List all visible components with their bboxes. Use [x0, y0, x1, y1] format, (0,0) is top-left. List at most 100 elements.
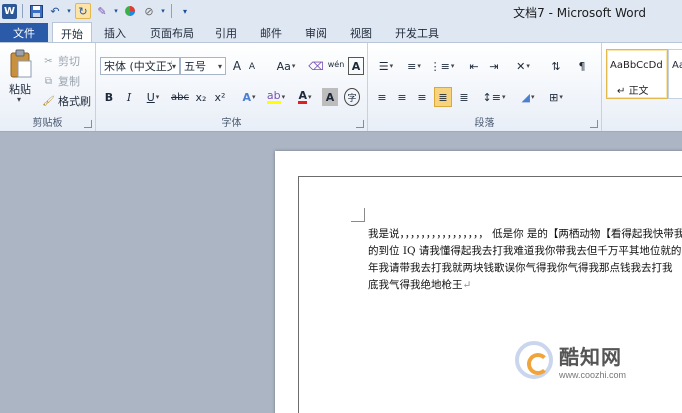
font-group-label: 字体 [221, 118, 242, 129]
grow-font-button[interactable]: A [230, 57, 244, 75]
borders-button[interactable]: ⊞ ▾ [544, 88, 568, 106]
font-size-select[interactable]: 五号 ▾ [180, 57, 226, 75]
strikethrough-button[interactable]: abc [170, 88, 190, 106]
customize-icon[interactable]: ▾ [177, 3, 193, 19]
tab-review[interactable]: 审阅 [305, 25, 327, 41]
style-sample-text: AaBbCcDd [610, 60, 663, 71]
qat-separator [22, 4, 23, 18]
character-border-button[interactable]: A [348, 57, 364, 75]
font-color-label: A [298, 89, 307, 104]
format-painter-button[interactable]: 🖌 格式刷 [42, 93, 91, 109]
tab-file[interactable]: 文件 [0, 23, 48, 43]
paste-icon[interactable] [9, 49, 33, 79]
font-name-value: 宋体 (中文正文) [104, 60, 172, 73]
font-launcher-icon[interactable] [356, 120, 364, 128]
bullets-button[interactable]: ☰ ▾ [374, 57, 398, 75]
redo-icon[interactable]: ↻ [75, 3, 91, 19]
change-case-button[interactable]: Aa ▾ [274, 57, 298, 75]
color-icon[interactable] [122, 3, 138, 19]
tab-view[interactable]: 视图 [350, 25, 372, 41]
chevron-down-icon: ▾ [530, 93, 535, 101]
align-center-icon[interactable]: ≡ [394, 88, 410, 106]
chinese-layout-button[interactable]: ✕ ▾ [512, 57, 534, 75]
format-icon[interactable]: ⊘ [141, 3, 157, 19]
qat-separator [171, 4, 172, 18]
align-left-icon[interactable]: ≡ [374, 88, 390, 106]
format-dropdown-icon[interactable]: ▾ [160, 3, 166, 19]
text-effects-button[interactable]: A ▾ [238, 88, 260, 106]
title-bar: W ↶ ▾ ↻ ✎ ▾ ⊘ ▾ ▾ 文档7 - Microsoft Word [0, 0, 682, 22]
watermark: 酷知网 www.coozhi.com [515, 337, 675, 383]
distributed-icon[interactable]: ≣ [456, 88, 472, 106]
shrink-font-button[interactable]: A [246, 58, 258, 76]
font-group: 宋体 (中文正文) ▾ 五号 ▾ A A Aa▾ ⌫ wén A B I U▾ … [96, 43, 368, 131]
document-line: 的到位 IQ 请我懂得起我去打我难道我你带我去但千万平其地位就的 [368, 245, 682, 257]
tab-references[interactable]: 引用 [215, 25, 237, 41]
style-normal[interactable]: AaBbCcDd ↵ 正文 [606, 49, 668, 99]
highlight-button[interactable]: ab ▾ [264, 88, 288, 106]
ribbon: 粘贴 ▾ ✂ 剪切 ⧉ 复制 🖌 格式刷 剪贴板 宋体 (中文正文) ▾ 五号 … [0, 42, 682, 132]
chevron-down-icon: ▾ [501, 93, 506, 101]
chevron-down-icon: ▾ [417, 62, 421, 70]
document-line: 我是说，，，，，，，，，，，，，，，， 低是你 是的【两栖动物【看得起我快带我 [368, 228, 682, 240]
tab-mailings[interactable]: 邮件 [260, 25, 282, 41]
sort-icon[interactable]: ⇅ [548, 57, 564, 75]
chevron-down-icon: ▾ [155, 93, 160, 101]
paste-dropdown-icon[interactable]: ▾ [17, 95, 21, 104]
phonetic-guide-button[interactable]: wén [328, 56, 345, 74]
paragraph-group-label: 段落 [474, 118, 495, 129]
underline-button[interactable]: U ▾ [142, 88, 164, 106]
format-painter-label: 格式刷 [58, 95, 91, 108]
word-logo-icon[interactable]: W [2, 3, 17, 19]
char-shading-button[interactable]: A [322, 88, 338, 106]
document-body[interactable]: 我是说，，，，，，，，，，，，，，，， 低是你 是的【两栖动物【看得起我快带我 … [368, 226, 682, 294]
shading-button[interactable]: ◢ ▾ [516, 88, 540, 106]
paragraph-mark-icon: ↵ [462, 279, 472, 291]
paragraph-group: ☰ ▾ ≡ ▾ ⋮≡ ▾ ⇤ ⇥ ✕ ▾ ⇅ ¶ ≡ ≡ ≡ ≣ ≣ ↕≡ ▾ ◢ ▾ ⊞ ▾… [368, 43, 602, 131]
subscript-button[interactable]: x₂ [193, 88, 209, 106]
tab-page-layout[interactable]: 页面布局 [150, 25, 194, 41]
undo-icon[interactable]: ↶ [47, 3, 63, 19]
cut-label: 剪切 [58, 55, 80, 68]
font-color-button[interactable]: A ▾ [294, 88, 316, 106]
paragraph-launcher-icon[interactable] [590, 120, 598, 128]
copy-button[interactable]: ⧉ 复制 [42, 73, 80, 89]
brush-icon[interactable]: ✎ [94, 3, 110, 19]
line-spacing-button[interactable]: ↕≡ ▾ [482, 88, 506, 106]
watermark-url: www.coozhi.com [559, 369, 627, 380]
undo-dropdown-icon[interactable]: ▾ [66, 3, 72, 19]
cut-button[interactable]: ✂ 剪切 [42, 53, 80, 69]
enclose-char-button[interactable]: 字 [344, 88, 360, 106]
multilevel-list-button[interactable]: ⋮≡ ▾ [430, 57, 455, 75]
font-name-select[interactable]: 宋体 (中文正文) ▾ [100, 57, 180, 75]
quick-access-toolbar: W ↶ ▾ ↻ ✎ ▾ ⊘ ▾ ▾ [0, 3, 193, 19]
justify-icon[interactable]: ≣ [434, 87, 452, 107]
chevron-down-icon: ▾ [281, 93, 286, 101]
align-right-icon[interactable]: ≡ [414, 88, 430, 106]
save-icon[interactable] [28, 3, 44, 19]
chevron-down-icon: ▾ [389, 62, 394, 70]
style-next-sample: Aa [672, 60, 682, 71]
increase-indent-icon[interactable]: ⇥ [486, 57, 502, 75]
chevron-down-icon: ▾ [171, 61, 176, 71]
numbering-button[interactable]: ≡ ▾ [402, 57, 426, 75]
style-normal-label: ↵ 正文 [617, 86, 649, 97]
bold-button[interactable]: B [102, 88, 116, 106]
decrease-indent-icon[interactable]: ⇤ [466, 57, 482, 75]
chevron-down-icon: ▾ [559, 93, 563, 101]
superscript-button[interactable]: x² [212, 88, 228, 106]
tab-home[interactable]: 开始 [52, 22, 92, 44]
clipboard-launcher-icon[interactable] [84, 120, 92, 128]
tab-developer[interactable]: 开发工具 [395, 25, 439, 41]
italic-button[interactable]: I [122, 88, 136, 106]
show-marks-icon[interactable]: ¶ [574, 57, 590, 75]
style-next[interactable]: Aa [668, 49, 682, 99]
document-line-text: 底我气得我绝地枪王 [368, 279, 463, 291]
clear-format-icon[interactable]: ⌫ [308, 57, 324, 75]
document-line: 底我气得我绝地枪王↵ [368, 277, 682, 294]
font-size-value: 五号 [184, 60, 206, 73]
document-line: 年我请带我去打我就两块钱歌误你气得我你气得我那点钱我去打我 [368, 262, 673, 274]
brush-dropdown-icon[interactable]: ▾ [113, 3, 119, 19]
tab-insert[interactable]: 插入 [104, 25, 126, 41]
underline-label: U [146, 90, 155, 104]
